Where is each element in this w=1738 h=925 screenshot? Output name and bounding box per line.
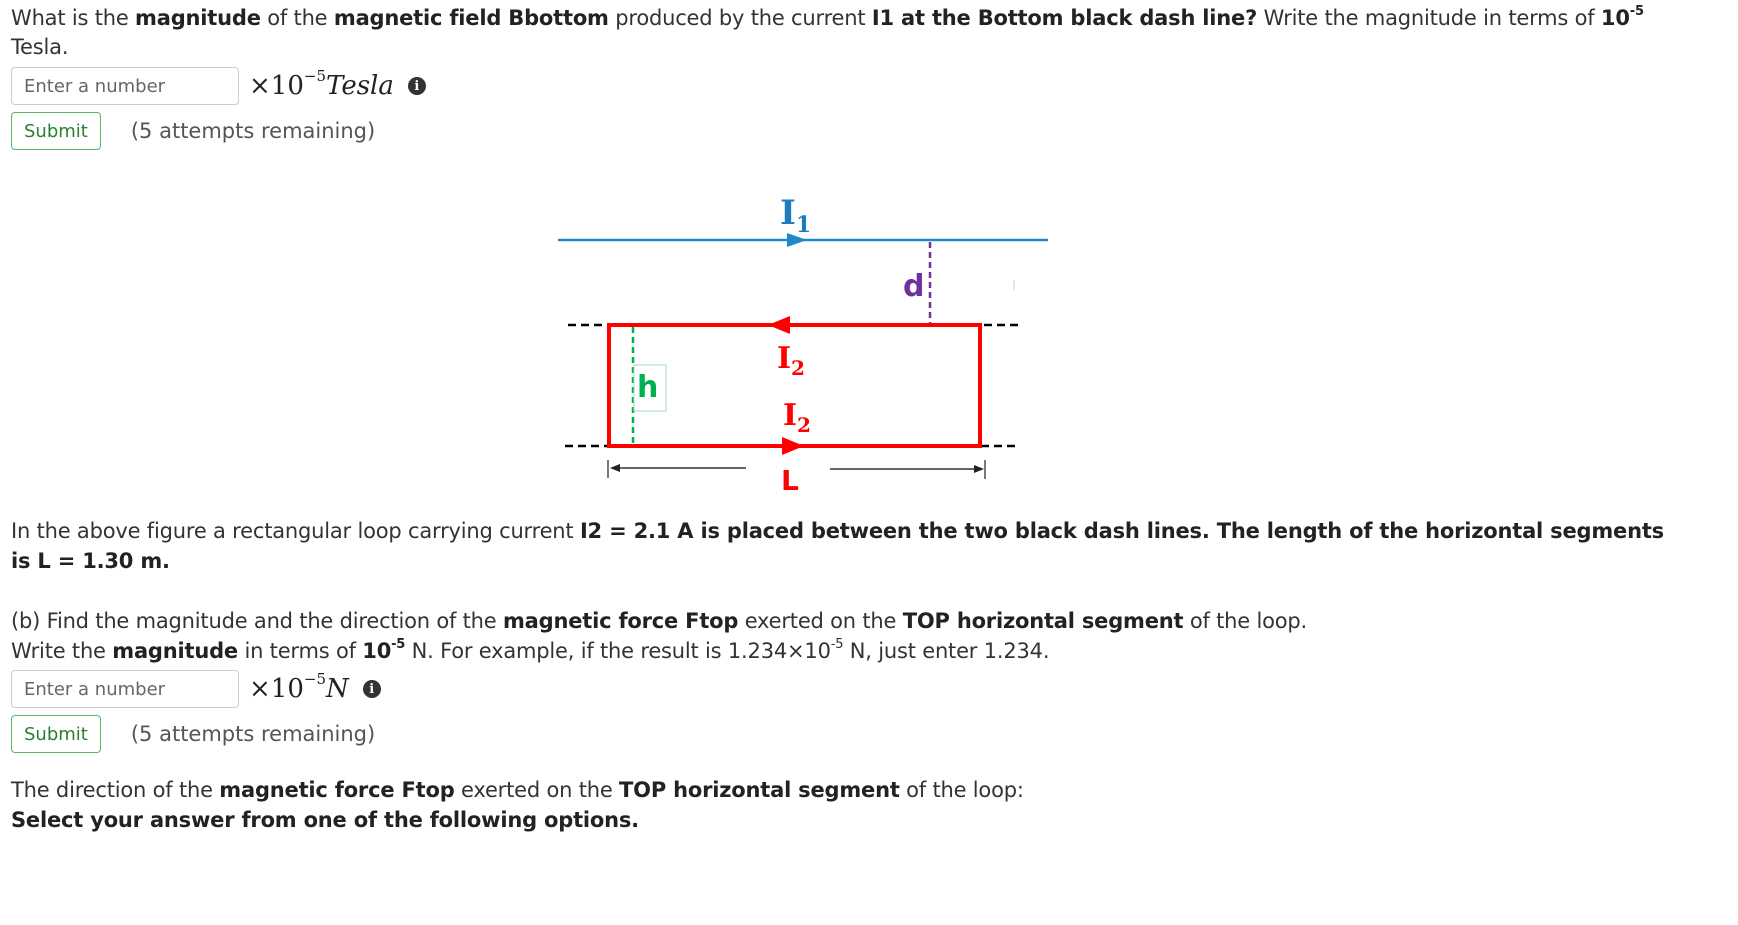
exponent: -5 [830,637,844,652]
answer-a-input[interactable] [11,67,239,105]
text-fragment: of the loop. [1183,609,1308,633]
attempts-remaining-a: (5 attempts remaining) [130,119,376,143]
question-a-text: What is the magnitude of the magnetic fi… [11,3,1644,33]
label-h: h [637,370,658,405]
question-a-text-line2: Tesla. [11,35,69,59]
text-fragment: Write the [11,639,113,663]
text-fragment: magnetic force Ftop [219,778,455,802]
answer-a-unit: ×10−5Tesla [249,67,394,101]
arrow-i2-bottom-icon [782,437,804,455]
description-line2: is L = 1.30 m. [11,546,170,576]
description-line1: In the above figure a rectangular loop c… [11,516,1664,546]
l-left-arrowhead-icon [610,464,620,472]
submit-b-row: Submit (5 attempts remaining) [11,715,375,753]
question-b-line2: Write the magnitude in terms of 10-5 N. … [11,636,1050,666]
text-fragment: of the [260,6,334,30]
label-l: L [781,464,799,497]
text-fragment: magnetic force Ftop [502,609,739,633]
attempts-remaining-b: (5 attempts remaining) [130,722,376,746]
unit-label: Tesla [326,71,394,101]
text-fragment: 10 [362,639,392,663]
physics-figure: I1 d I2 I2 h L [558,193,1048,497]
text-fragment: I1 at the Bottom black dash line? [871,6,1258,30]
arrow-i2-top-icon [768,316,790,334]
text-fragment: I2 = 2.1 A is placed between the two bla… [579,519,1664,543]
info-icon[interactable]: i [407,77,426,95]
info-icon[interactable]: i [362,680,381,698]
exponent: -5 [391,637,406,652]
label-i2-bottom: I2 [783,398,811,437]
answer-a-row: ×10−5Tesla i [11,67,426,105]
l-right-arrowhead-icon [974,465,984,473]
label-i2-top: I2 [777,341,805,380]
submit-a-row: Submit (5 attempts remaining) [11,112,375,150]
label-d: d [903,269,924,304]
text-fragment: in terms of [237,639,363,663]
direction-prompt-line2: Select your answer from one of the follo… [11,805,639,835]
submit-a-button[interactable]: Submit [11,112,101,150]
text-fragment: magnetic field Bbottom [333,6,609,30]
text-fragment: magnitude [135,6,261,30]
text-fragment: exerted on the [454,778,620,802]
exponent: -5 [1629,4,1644,19]
label-i1: I1 [780,193,811,238]
text-fragment: produced by the current [608,6,872,30]
text-fragment: In the above figure a rectangular loop c… [11,519,580,543]
text-fragment: Write the magnitude in terms of [1257,6,1601,30]
unit-prefix: ×10 [249,71,304,101]
text-fragment: Select your answer from one of the follo… [11,808,639,832]
unit-exponent: −5 [303,67,326,85]
unit-label: N [326,674,349,704]
text-fragment: 10 [1600,6,1630,30]
text-fragment: is L = 1.30 m. [11,549,170,573]
answer-b-row: ×10−5N i [11,670,381,708]
submit-b-button[interactable]: Submit [11,715,101,753]
answer-b-unit: ×10−5N [249,670,349,704]
text-fragment: N. For example, if the result is 1.234×1… [405,639,831,663]
text-fragment: N, just enter 1.234. [843,639,1050,663]
unit-exponent: −5 [303,670,326,688]
answer-b-input[interactable] [11,670,239,708]
direction-prompt-line1: The direction of the magnetic force Ftop… [11,775,1024,805]
text-fragment: (b) Find the magnitude and the direction… [11,609,503,633]
unit-prefix: ×10 [249,674,304,704]
text-fragment: exerted on the [738,609,903,633]
text-fragment: The direction of the [11,778,220,802]
text-fragment: TOP horizontal segment [619,778,900,802]
text-fragment: What is the [11,6,136,30]
text-fragment: of the loop: [899,778,1024,802]
question-b-line1: (b) Find the magnitude and the direction… [11,606,1307,636]
text-fragment: magnitude [112,639,238,663]
text-fragment: TOP horizontal segment [902,609,1184,633]
